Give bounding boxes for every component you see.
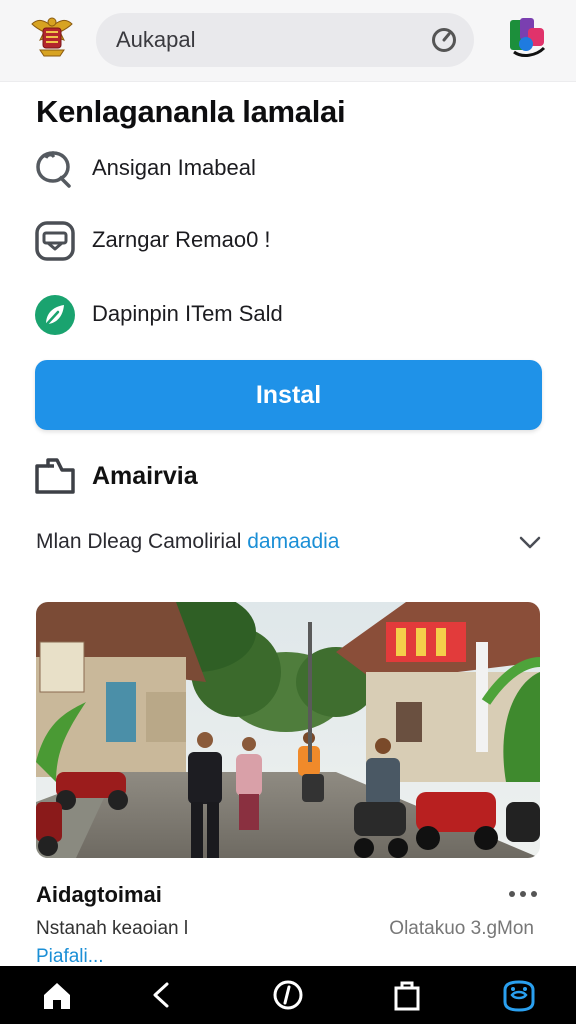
feature-label-1: Ansigan Imabeal <box>92 155 256 180</box>
page-title: Kenlagananla lamalai <box>36 94 346 129</box>
search-text[interactable]: Aukapal <box>116 27 196 53</box>
install-button[interactable]: Instal <box>35 360 542 430</box>
description-row[interactable]: Mlan Dleag Camolirial damaadia <box>36 526 546 558</box>
card-title: Aidagtoimai <box>36 882 162 907</box>
feature-label-3: Dapinpin ITem Sald <box>92 301 283 326</box>
folder-icon <box>34 454 76 496</box>
shield-icon <box>34 220 76 262</box>
description-main: Mlan Dleag Camolirial <box>36 530 248 553</box>
app-logo-icon[interactable] <box>506 14 550 58</box>
search-icon <box>34 148 76 190</box>
top-bar: Aukapal <box>0 0 576 82</box>
feature-label-2: Zarngar Remao0 ! <box>92 227 271 252</box>
about-label: Amairvia <box>92 462 198 490</box>
about-section-header[interactable]: Amairvia <box>34 454 334 496</box>
chevron-down-icon[interactable] <box>518 530 542 554</box>
compass-icon[interactable] <box>268 976 308 1014</box>
back-icon[interactable] <box>141 976 181 1014</box>
bag-icon[interactable] <box>387 976 427 1014</box>
search-bar[interactable]: Aukapal <box>96 13 474 67</box>
preview-image[interactable] <box>36 602 540 858</box>
feature-item-1: Ansigan Imabeal <box>34 146 554 190</box>
description-text: Mlan Dleag Camolirial damaadia <box>36 530 339 554</box>
leaf-icon <box>34 294 76 336</box>
description-link[interactable]: damaadia <box>247 530 339 553</box>
home-icon[interactable] <box>37 976 77 1014</box>
emblem-icon[interactable] <box>24 10 80 66</box>
feature-item-3: Dapinpin ITem Sald <box>34 292 554 336</box>
timer-icon[interactable] <box>430 26 458 54</box>
game-icon[interactable] <box>499 976 539 1014</box>
card-meta: Olatakuo 3.gMon <box>389 918 534 939</box>
more-options-icon[interactable] <box>506 882 540 906</box>
card-link[interactable]: Piafali... <box>36 946 104 966</box>
feature-item-2: Zarngar Remao0 ! <box>34 218 554 262</box>
bottom-navigation-bar <box>0 966 576 1024</box>
card-subtitle: Nstanah keaoian l <box>36 918 189 939</box>
